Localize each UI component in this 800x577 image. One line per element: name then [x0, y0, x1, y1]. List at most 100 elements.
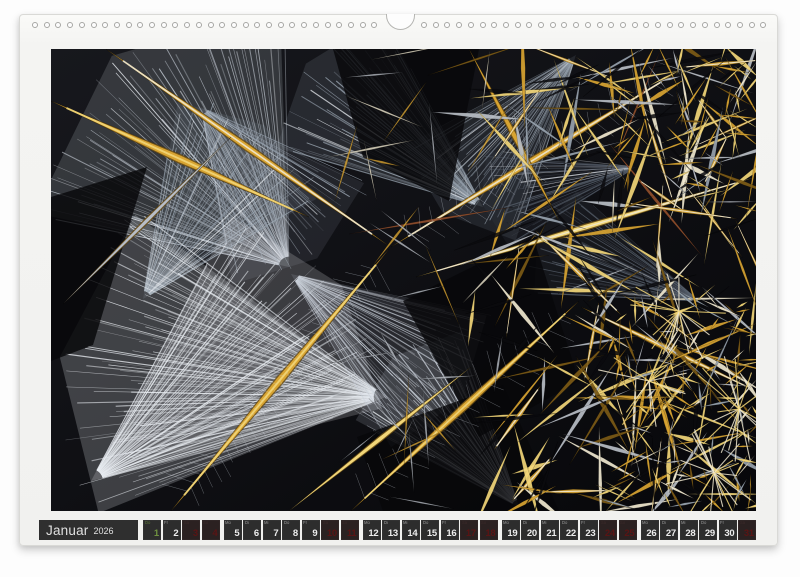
- day-cell-23: Fr23: [580, 520, 598, 540]
- binding-hole: [550, 22, 556, 28]
- day-cells: Do1Fr2Sa3So4Mo5Di6Mi7Do8Fr9Sa10So11Mo12D…: [143, 520, 756, 540]
- day-cell-6: Di6: [243, 520, 261, 540]
- binding-hole: [289, 22, 295, 28]
- day-cell-21: Mi21: [541, 520, 559, 540]
- weekday-abbr: Di: [384, 521, 388, 525]
- day-number: 18: [485, 528, 495, 539]
- day-number: 31: [744, 528, 754, 539]
- day-cell-28: Mi28: [680, 520, 698, 540]
- binding-hole: [91, 22, 97, 28]
- binding-hole: [573, 22, 579, 28]
- weekday-abbr: Di: [523, 521, 527, 525]
- binding-hole: [219, 22, 225, 28]
- weekday-abbr: So: [481, 521, 486, 525]
- day-number: 23: [585, 528, 595, 539]
- weekday-abbr: Mo: [364, 521, 370, 525]
- binding-hole: [102, 22, 108, 28]
- day-number: 17: [466, 528, 476, 539]
- day-number: 29: [705, 528, 715, 539]
- day-number: 24: [605, 528, 615, 539]
- binding-hole: [620, 22, 626, 28]
- binding-hole: [456, 22, 462, 28]
- weekday-abbr: Sa: [184, 521, 189, 525]
- day-number: 10: [327, 528, 337, 539]
- weekday-abbr: Do: [145, 521, 150, 525]
- day-number: 8: [293, 528, 298, 539]
- weekday-abbr: Mo: [642, 521, 648, 525]
- binding-hole: [348, 22, 354, 28]
- day-cell-17: Sa17: [460, 520, 478, 540]
- day-cell-4: So4: [202, 520, 220, 540]
- binding-hole: [608, 22, 614, 28]
- binding-hole: [184, 22, 190, 28]
- binding-hole: [491, 22, 497, 28]
- binding-hole: [643, 22, 649, 28]
- binding-hole: [760, 22, 766, 28]
- weekday-abbr: Fr: [442, 521, 446, 525]
- crystal-photo-svg: [51, 49, 756, 511]
- day-number: 12: [368, 528, 378, 539]
- binding-hole: [371, 22, 377, 28]
- day-number: 14: [407, 528, 417, 539]
- day-number: 26: [646, 528, 656, 539]
- year-label: 2026: [93, 526, 113, 536]
- binding-hole: [196, 22, 202, 28]
- day-number: 30: [724, 528, 734, 539]
- day-cell-15: Do15: [421, 520, 439, 540]
- weekday-abbr: Do: [562, 521, 567, 525]
- day-number: 5: [234, 528, 239, 539]
- binding-hole: [655, 22, 661, 28]
- day-cell-13: Di13: [382, 520, 400, 540]
- day-number: 21: [546, 528, 556, 539]
- weekday-abbr: Fr: [581, 521, 585, 525]
- day-cell-25: So 25: [619, 520, 637, 540]
- binding-hole: [301, 22, 307, 28]
- weekday-abbr: Mo: [225, 521, 231, 525]
- day-number: 25: [624, 528, 634, 539]
- weekday-abbr: Do: [701, 521, 706, 525]
- day-number: 2: [173, 528, 178, 539]
- binding-hole: [44, 22, 50, 28]
- binding-hole: [126, 22, 132, 28]
- day-cell-20: Di20: [521, 520, 539, 540]
- binding-hole: [725, 22, 731, 28]
- binding-hole: [231, 22, 237, 28]
- binding-hole: [480, 22, 486, 28]
- binding-hole: [313, 22, 319, 28]
- day-cell-8: Do 8: [282, 520, 300, 540]
- day-cell-3: Sa3: [182, 520, 200, 540]
- day-cell-30: Fr30: [719, 520, 737, 540]
- weekday-abbr: Sa: [601, 521, 606, 525]
- day-number: 28: [685, 528, 695, 539]
- binding-hole: [137, 22, 143, 28]
- day-cell-22: Do22: [560, 520, 578, 540]
- binding-hole: [585, 22, 591, 28]
- binding-hole: [433, 22, 439, 28]
- day-cell-10: Sa10: [321, 520, 339, 540]
- calendar-strip: Januar 2026 Do1Fr2Sa3So4Mo5Di6Mi7Do8Fr9S…: [39, 520, 756, 540]
- day-cell-19: Mo19: [502, 520, 520, 540]
- binding-hole: [526, 22, 532, 28]
- binding-hole: [278, 22, 284, 28]
- day-cell-18: So 18: [480, 520, 498, 540]
- day-cell-29: Do 29: [699, 520, 717, 540]
- binding-hole: [325, 22, 331, 28]
- day-cell-5: Mo5: [224, 520, 242, 540]
- weekday-abbr: So: [203, 521, 208, 525]
- day-cell-11: So11: [341, 520, 359, 540]
- day-cell-26: Mo 26: [641, 520, 659, 540]
- weekday-abbr: So: [620, 521, 625, 525]
- weekday-abbr: Fr: [303, 521, 307, 525]
- day-cell-1: Do1: [143, 520, 161, 540]
- weekday-abbr: Di: [662, 521, 666, 525]
- day-number: 6: [254, 528, 259, 539]
- day-cell-24: Sa 24: [599, 520, 617, 540]
- day-number: 19: [507, 528, 517, 539]
- binding-hole: [149, 22, 155, 28]
- day-cell-16: Fr16: [441, 520, 459, 540]
- day-cell-9: Fr9: [302, 520, 320, 540]
- weekday-abbr: Fr: [720, 521, 724, 525]
- weekday-abbr: Do: [284, 521, 289, 525]
- day-number: 27: [666, 528, 676, 539]
- binding-hole: [702, 22, 708, 28]
